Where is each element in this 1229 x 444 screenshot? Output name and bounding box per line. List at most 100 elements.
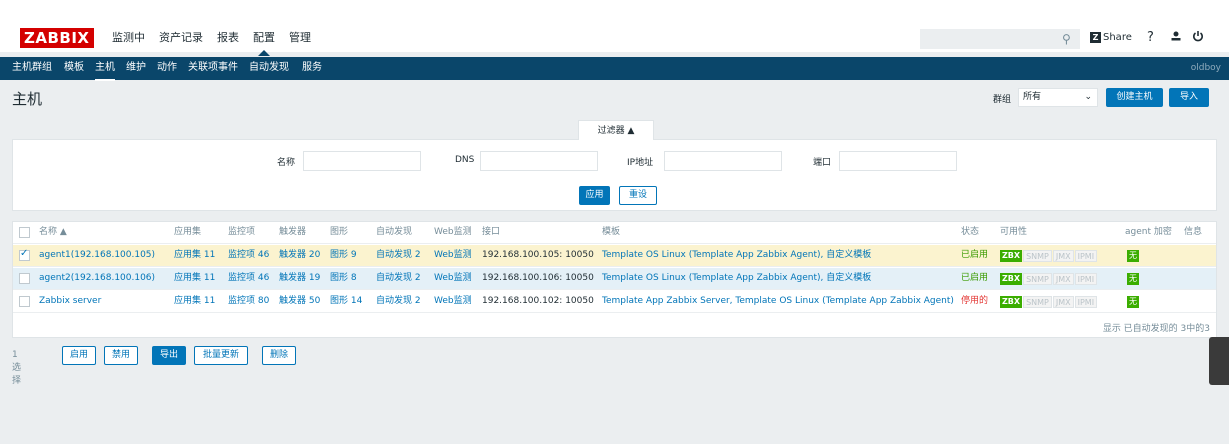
group-select[interactable]: 所有 ⌄	[1018, 88, 1098, 107]
items-link[interactable]: 监控项 80	[228, 291, 269, 312]
jmx-badge: JMX	[1052, 296, 1074, 308]
triggers-link[interactable]: 触发器 19	[279, 268, 320, 289]
interface-value: 192.168.100.105: 10050	[482, 250, 594, 260]
mass-disable-button[interactable]: 禁用	[104, 346, 138, 365]
status-toggle[interactable]: 已启用	[961, 268, 988, 289]
snmp-badge: SNMP	[1023, 273, 1052, 285]
share-link[interactable]: Z Share	[1090, 32, 1132, 43]
hosts-table: 名称 ▲ 应用集 监控项 触发器 图形 自动发现 Web监测 接口 模板 状态 …	[12, 221, 1217, 338]
search-icon[interactable]: ⚲	[1062, 32, 1071, 46]
col-name-header[interactable]: 名称 ▲	[39, 222, 67, 243]
mass-delete-button[interactable]: 删除	[262, 346, 296, 365]
host-name-link[interactable]: Zabbix server	[39, 291, 101, 312]
availability-indicators: ZBX SNMP JMX IPMI	[1000, 273, 1098, 285]
sub-menu: 主机群组 模板 主机 维护 动作 关联项事件 自动发现 服务 oldboy	[0, 57, 1229, 81]
submenu-maintenance[interactable]: 维护	[126, 57, 146, 79]
applications-link[interactable]: 应用集 11	[174, 268, 215, 289]
web-link[interactable]: Web监测	[434, 291, 472, 312]
discovery-link[interactable]: 自动发现 2	[376, 268, 421, 289]
table-footer-count: 显示 已自动发现的 3中的3	[1102, 324, 1210, 334]
global-search-input[interactable]	[920, 29, 1080, 49]
menu-monitoring[interactable]: 监测中	[112, 28, 145, 48]
triggers-link[interactable]: 触发器 50	[279, 291, 320, 312]
filter-port-input[interactable]	[839, 151, 957, 171]
mass-export-button[interactable]: 导出	[152, 346, 186, 365]
filter-reset-button[interactable]: 重设	[619, 186, 657, 205]
graphs-link[interactable]: 图形 9	[330, 245, 357, 266]
menu-inventory[interactable]: 资产记录	[159, 28, 203, 48]
menu-configuration[interactable]: 配置	[253, 28, 275, 56]
table-row[interactable]: agent2(192.168.100.106) 应用集 11 监控项 46 触发…	[13, 268, 1216, 290]
row-checkbox[interactable]	[19, 273, 30, 284]
top-bar: ZABBIX 监测中 资产记录 报表 配置 管理 ⚲ Z Share ?	[0, 0, 1229, 56]
filter-ip-input[interactable]	[664, 151, 782, 171]
side-panel-handle[interactable]	[1209, 337, 1229, 385]
triggers-link[interactable]: 触发器 20	[279, 245, 320, 266]
select-all-checkbox[interactable]	[19, 227, 30, 238]
submenu-hosts[interactable]: 主机	[95, 57, 115, 81]
zabbix-logo[interactable]: ZABBIX	[20, 28, 94, 48]
row-checkbox[interactable]	[19, 296, 30, 307]
submenu-templates[interactable]: 模板	[64, 57, 84, 79]
filter-apply-button[interactable]: 应用	[579, 186, 610, 205]
host-name-link[interactable]: agent1(192.168.100.105)	[39, 245, 155, 266]
jmx-badge: JMX	[1052, 250, 1074, 262]
group-label: 群组	[993, 95, 1012, 105]
selected-count: 1 选择	[12, 350, 22, 386]
items-link[interactable]: 监控项 46	[228, 268, 269, 289]
status-toggle[interactable]: 停用的	[961, 291, 988, 312]
ipmi-badge: IPMI	[1074, 296, 1098, 308]
filter-panel: 名称 DNS IP地址 端口 应用 重设	[12, 139, 1217, 211]
templates-links[interactable]: Template OS Linux (Template App Zabbix A…	[602, 268, 871, 289]
share-label: Share	[1103, 32, 1132, 43]
graphs-link[interactable]: 图形 8	[330, 268, 357, 289]
menu-reports[interactable]: 报表	[217, 28, 239, 48]
status-toggle[interactable]: 已启用	[961, 245, 988, 266]
ipmi-badge: IPMI	[1074, 250, 1098, 262]
filter-name-input[interactable]	[303, 151, 421, 171]
page-title: 主机	[12, 90, 43, 108]
help-icon[interactable]: ?	[1147, 30, 1154, 45]
submenu-event-correlation[interactable]: 关联项事件	[188, 57, 238, 79]
import-button[interactable]: 导入	[1169, 88, 1209, 107]
web-link[interactable]: Web监测	[434, 245, 472, 266]
table-row[interactable]: Zabbix server 应用集 11 监控项 80 触发器 50 图形 14…	[13, 291, 1216, 313]
col-triggers-header: 触发器	[279, 227, 307, 237]
user-profile-icon[interactable]	[1170, 30, 1182, 46]
templates-links[interactable]: Template OS Linux (Template App Zabbix A…	[602, 245, 871, 266]
submenu-services[interactable]: 服务	[302, 57, 322, 79]
templates-links[interactable]: Template App Zabbix Server, Template OS …	[602, 291, 954, 312]
row-checkbox[interactable]	[19, 248, 30, 261]
submenu-actions[interactable]: 动作	[157, 57, 177, 79]
applications-link[interactable]: 应用集 11	[174, 291, 215, 312]
table-row[interactable]: agent1(192.168.100.105) 应用集 11 监控项 46 触发…	[13, 245, 1216, 267]
encryption-badge: 无	[1127, 296, 1139, 308]
mass-update-button[interactable]: 批量更新	[194, 346, 248, 365]
web-link[interactable]: Web监测	[434, 268, 472, 289]
graphs-link[interactable]: 图形 14	[330, 291, 362, 312]
filter-dns-label: DNS	[455, 155, 475, 165]
logout-icon[interactable]	[1192, 30, 1204, 46]
discovery-link[interactable]: 自动发现 2	[376, 245, 421, 266]
zbx-badge: ZBX	[1000, 273, 1023, 285]
mass-enable-button[interactable]: 启用	[62, 346, 96, 365]
items-link[interactable]: 监控项 46	[228, 245, 269, 266]
create-host-button[interactable]: 创建主机	[1106, 88, 1163, 107]
filter-dns-input[interactable]	[480, 151, 598, 171]
current-user: oldboy	[1190, 63, 1221, 73]
host-name-link[interactable]: agent2(192.168.100.106)	[39, 268, 155, 289]
menu-administration[interactable]: 管理	[289, 28, 311, 48]
filter-port-label: 端口	[813, 158, 832, 168]
availability-indicators: ZBX SNMP JMX IPMI	[1000, 296, 1098, 308]
submenu-host-groups[interactable]: 主机群组	[12, 57, 52, 79]
submenu-discovery[interactable]: 自动发现	[249, 57, 289, 79]
col-interface-header: 接口	[482, 227, 501, 237]
col-items-header: 监控项	[228, 227, 256, 237]
discovery-link[interactable]: 自动发现 2	[376, 291, 421, 312]
availability-indicators: ZBX SNMP JMX IPMI	[1000, 250, 1098, 262]
filter-ip-label: IP地址	[627, 158, 654, 168]
applications-link[interactable]: 应用集 11	[174, 245, 215, 266]
filter-tab[interactable]: 过滤器 ▲	[578, 120, 654, 140]
page-header: 主机 群组 所有 ⌄ 创建主机 导入	[0, 80, 1229, 120]
zbx-badge: ZBX	[1000, 296, 1023, 308]
